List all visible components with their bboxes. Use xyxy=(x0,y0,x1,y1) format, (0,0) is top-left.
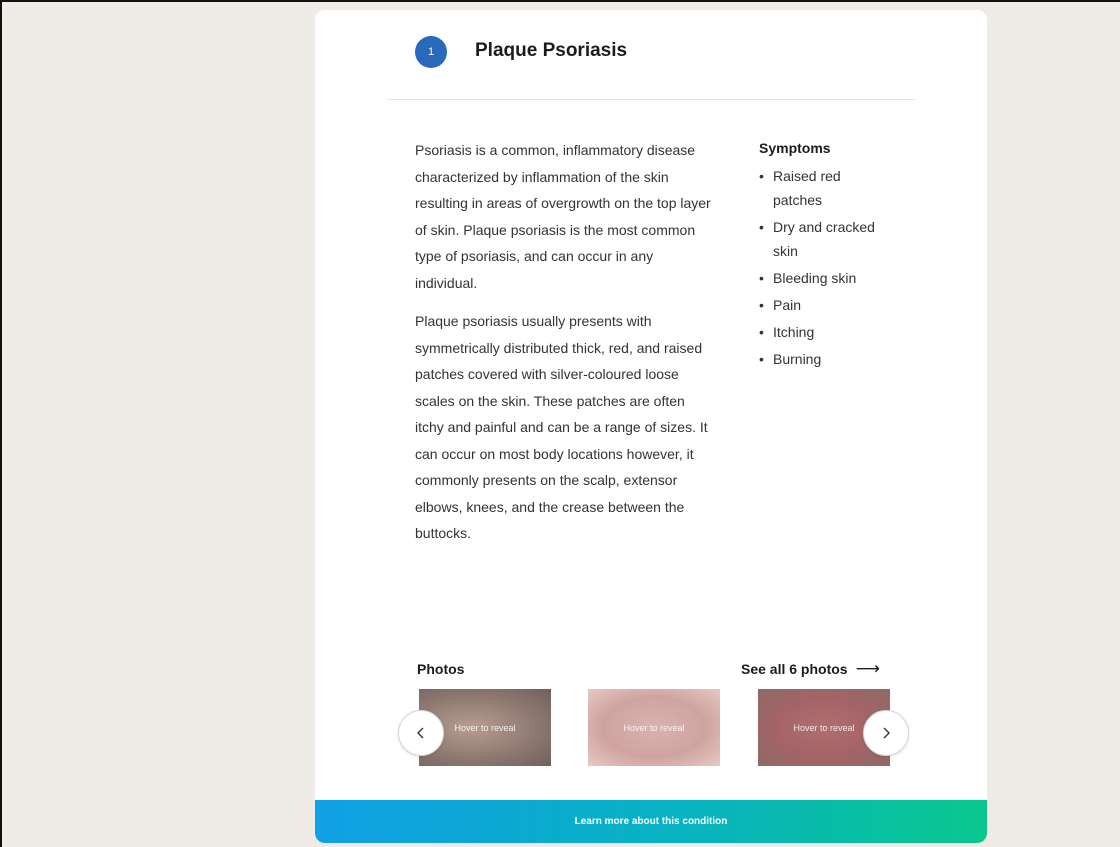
learn-more-button[interactable]: Learn more about this condition xyxy=(315,800,987,843)
chevron-left-icon xyxy=(417,727,424,739)
description-paragraph: Plaque psoriasis usually presents with s… xyxy=(415,313,708,541)
hover-to-reveal-label: Hover to reveal xyxy=(793,722,855,733)
step-number-badge: 1 xyxy=(415,36,447,68)
symptoms-list: Raised red patches Dry and cracked skin … xyxy=(759,164,889,371)
card-header: 1 Plaque Psoriasis xyxy=(387,10,915,100)
symptom-item: Bleeding skin xyxy=(759,266,889,290)
hover-to-reveal-label: Hover to reveal xyxy=(454,722,516,733)
chevron-right-icon xyxy=(883,727,890,739)
hover-to-reveal-label: Hover to reveal xyxy=(623,722,685,733)
symptom-item: Pain xyxy=(759,293,889,317)
carousel-prev-button[interactable] xyxy=(398,710,444,756)
condition-title: Plaque Psoriasis xyxy=(475,40,628,61)
symptom-item: Burning xyxy=(759,347,889,371)
photo-thumbnail[interactable]: Hover to reveal xyxy=(588,689,720,766)
photos-heading: Photos xyxy=(417,661,465,677)
see-all-photos-link[interactable]: See all 6 photos ⟶ xyxy=(741,659,880,679)
carousel-next-button[interactable] xyxy=(863,710,909,756)
condition-description: Psoriasis is a common, inflammatory dise… xyxy=(415,137,715,547)
symptom-item: Raised red patches xyxy=(759,164,889,212)
symptom-item: Dry and cracked skin xyxy=(759,215,889,263)
description-paragraph: Psoriasis is a common, inflammatory dise… xyxy=(415,142,711,291)
symptoms-heading: Symptoms xyxy=(759,140,831,156)
symptom-item: Itching xyxy=(759,320,889,344)
arrow-right-icon: ⟶ xyxy=(855,659,880,678)
condition-card: 1 Plaque Psoriasis Psoriasis is a common… xyxy=(315,10,987,843)
see-all-photos-label: See all 6 photos xyxy=(741,661,848,677)
symptoms-section: Symptoms Raised red patches Dry and crac… xyxy=(759,140,889,374)
